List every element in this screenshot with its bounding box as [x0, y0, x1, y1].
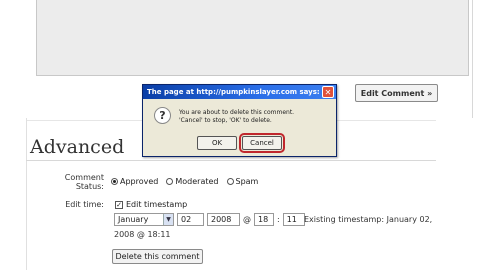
- advanced-heading: Advanced: [30, 136, 125, 158]
- dialog-message: You are about to delete this comment. 'C…: [179, 109, 294, 125]
- at-separator: @: [243, 215, 251, 224]
- status-approved-radio[interactable]: Approved: [111, 177, 158, 186]
- month-select[interactable]: January ▼: [114, 213, 174, 226]
- month-value: January: [118, 215, 149, 224]
- radio-selected-icon[interactable]: [111, 178, 118, 185]
- status-radio-group: Approved Moderated Spam: [111, 177, 258, 186]
- question-icon: ?: [154, 107, 171, 124]
- timestamp-fields: January ▼ 02 2008 @ 18 : 11: [114, 213, 305, 226]
- colon-separator: :: [277, 215, 280, 224]
- radio-icon[interactable]: [226, 178, 234, 185]
- existing-timestamp-text: Existing timestamp: January 02,: [304, 215, 433, 224]
- existing-timestamp-text-cont: 2008 @ 18:11: [114, 230, 171, 239]
- status-approved-label: Approved: [120, 177, 159, 186]
- comment-textarea[interactable]: [36, 0, 469, 76]
- dialog-message-line1: You are about to delete this comment.: [179, 109, 295, 116]
- edit-comment-button[interactable]: Edit Comment »: [355, 84, 438, 102]
- divider: [26, 160, 436, 161]
- comment-status-label-line1: Comment: [64, 173, 104, 182]
- edit-timestamp-label: Edit timestamp: [126, 200, 188, 209]
- edit-timestamp-row: ✓ Edit timestamp: [115, 200, 187, 209]
- dialog-title: The page at http://pumpkinslayer.com say…: [147, 88, 320, 96]
- status-moderated-label: Moderated: [175, 177, 219, 186]
- dialog-titlebar[interactable]: The page at http://pumpkinslayer.com say…: [143, 85, 336, 99]
- day-input[interactable]: 02: [177, 213, 204, 226]
- status-moderated-radio[interactable]: Moderated: [166, 177, 219, 186]
- dialog-message-line2: 'Cancel' to stop, 'OK' to delete.: [179, 117, 272, 124]
- status-spam-radio[interactable]: Spam: [226, 177, 259, 186]
- divider: [26, 118, 27, 270]
- minute-input[interactable]: 11: [282, 213, 305, 226]
- radio-icon[interactable]: [166, 178, 174, 185]
- edit-timestamp-checkbox[interactable]: ✓: [115, 200, 123, 209]
- chevron-down-icon[interactable]: ▼: [163, 214, 173, 225]
- comment-status-label-line2: Status:: [75, 182, 104, 191]
- confirm-dialog: The page at http://pumpkinslayer.com say…: [142, 84, 337, 157]
- comment-status-label: Comment Status:: [60, 173, 104, 191]
- year-input[interactable]: 2008: [207, 213, 240, 226]
- status-spam-label: Spam: [235, 177, 259, 186]
- cancel-button[interactable]: Cancel: [239, 133, 285, 153]
- delete-comment-button[interactable]: Delete this comment: [112, 249, 203, 264]
- hour-input[interactable]: 18: [254, 213, 274, 226]
- close-icon[interactable]: ✕: [322, 86, 334, 98]
- ok-button[interactable]: OK: [197, 136, 237, 150]
- edit-time-label: Edit time:: [65, 200, 104, 209]
